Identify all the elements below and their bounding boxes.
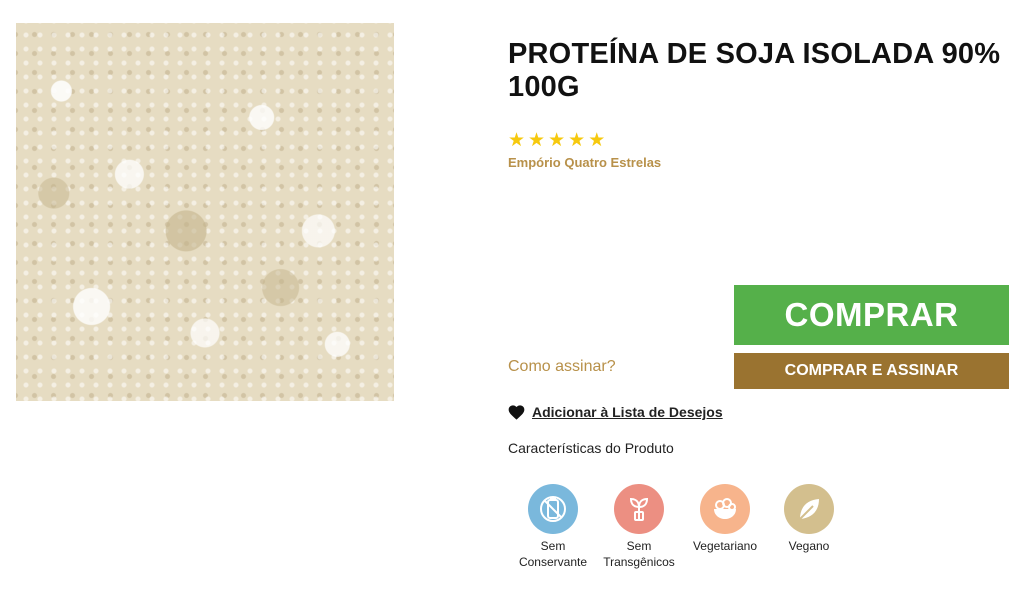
rating-stars[interactable]: ★ ★ ★ ★ ★ <box>508 131 605 151</box>
no-gmo-sprout-icon <box>614 484 664 534</box>
star-icon: ★ <box>588 130 606 151</box>
product-image[interactable] <box>16 23 394 401</box>
no-preservative-icon <box>528 484 578 534</box>
feature-vegan: Vegano <box>766 484 852 554</box>
feature-no-gmo: Sem Transgênicos <box>596 484 682 570</box>
add-to-wishlist[interactable]: Adicionar à Lista de Desejos <box>508 404 723 420</box>
product-title: PROTEÍNA DE SOJA ISOLADA 90% 100G <box>508 38 1001 103</box>
heart-icon <box>508 404 525 420</box>
star-icon: ★ <box>548 130 566 151</box>
feature-label: Vegano <box>788 539 830 553</box>
vegetarian-bowl-icon <box>700 484 750 534</box>
brand-name[interactable]: Empório Quatro Estrelas <box>508 155 661 170</box>
star-icon: ★ <box>508 130 526 151</box>
feature-vegetarian: Vegetariano <box>682 484 768 554</box>
buy-and-subscribe-button[interactable]: COMPRAR E ASSINAR <box>734 353 1009 389</box>
star-icon: ★ <box>528 130 546 151</box>
feature-label: Sem Conservante <box>518 539 588 569</box>
features-heading: Características do Produto <box>508 440 674 456</box>
wishlist-label: Adicionar à Lista de Desejos <box>532 404 723 420</box>
feature-no-preservative: Sem Conservante <box>510 484 596 570</box>
vegan-leaf-icon <box>784 484 834 534</box>
how-to-subscribe-link[interactable]: Como assinar? <box>508 358 616 376</box>
buy-button[interactable]: COMPRAR <box>734 285 1009 345</box>
product-features: Sem Conservante Sem Transgênicos Vegetar… <box>508 484 848 584</box>
feature-label: Vegetariano <box>692 539 758 553</box>
feature-label: Sem Transgênicos <box>603 539 675 569</box>
star-icon: ★ <box>568 130 586 151</box>
